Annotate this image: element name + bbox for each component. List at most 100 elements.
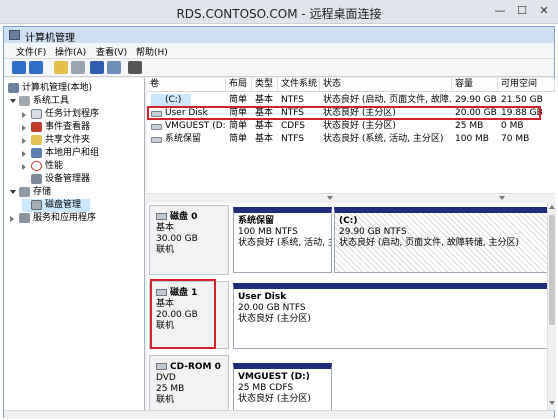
partition-c-drive[interactable]: (C:) 29.90 GB NTFS 状态良好 (启动, 页面文件, 故障转储,… bbox=[334, 207, 550, 273]
volume-layout: 简单 bbox=[229, 134, 248, 144]
expand-arrow-icon[interactable] bbox=[22, 138, 26, 144]
disk-graphical-view: 磁盘 0 基本 30.00 GB 联机 系统保留 100 MB NTFS 状态良… bbox=[147, 203, 555, 410]
column-header-layout[interactable]: 布局 bbox=[226, 78, 252, 92]
expand-arrow-icon[interactable] bbox=[22, 112, 26, 118]
partition-status: 状态良好 (系统, 活动, 主 bbox=[238, 238, 332, 248]
expand-arrow-icon[interactable] bbox=[22, 164, 26, 170]
tree-item-performance[interactable]: 性能 bbox=[22, 160, 63, 173]
volume-name[interactable]: VMGUEST (D:) bbox=[151, 120, 225, 132]
shared-folder-icon bbox=[31, 135, 42, 145]
menu-view[interactable]: 查看(V) bbox=[96, 45, 127, 58]
column-header-type[interactable]: 类型 bbox=[252, 78, 278, 92]
toolbar bbox=[4, 59, 554, 77]
volume-filesystem: NTFS bbox=[281, 95, 304, 105]
volume-layout: 简单 bbox=[229, 121, 248, 131]
disk-view-vertical-scrollbar[interactable] bbox=[547, 203, 556, 410]
disk-type: 基本 bbox=[156, 223, 175, 233]
expand-arrow-icon[interactable] bbox=[22, 125, 26, 131]
services-icon bbox=[19, 213, 30, 223]
partition-name: VMGUEST (D:) bbox=[238, 372, 310, 382]
tree-item-local-users[interactable]: 本地用户和组 bbox=[22, 147, 99, 160]
menu-action[interactable]: 操作(A) bbox=[55, 45, 86, 58]
partition-detail: 29.90 GB NTFS bbox=[339, 227, 407, 237]
scroll-down-icon[interactable] bbox=[499, 196, 505, 200]
partition-system-reserved[interactable]: 系统保留 100 MB NTFS 状态良好 (系统, 活动, 主 bbox=[233, 207, 332, 273]
scroll-up-icon[interactable] bbox=[549, 205, 555, 209]
volume-name[interactable]: 系统保留 bbox=[151, 133, 225, 145]
column-header-filesystem[interactable]: 文件系统 bbox=[278, 78, 320, 92]
expand-arrow-icon[interactable] bbox=[10, 216, 14, 222]
collapse-arrow-icon[interactable] bbox=[10, 99, 16, 103]
volume-capacity: 25 MB bbox=[455, 121, 484, 131]
scrollbar-thumb[interactable] bbox=[549, 215, 555, 325]
column-header-capacity[interactable]: 容量 bbox=[452, 78, 498, 92]
disk-state: 联机 bbox=[156, 395, 175, 405]
disk-icon bbox=[156, 213, 167, 220]
volume-free-space: 21.50 GB bbox=[501, 95, 543, 105]
tree-item-device-manager[interactable]: 设备管理器 bbox=[22, 173, 90, 186]
disk-size: 30.00 GB bbox=[156, 234, 198, 244]
disk-management-icon bbox=[31, 200, 42, 210]
maximize-button[interactable]: ☐ bbox=[512, 3, 532, 19]
tree-item-root[interactable]: 计算机管理(本地) bbox=[8, 82, 92, 95]
up-folder-icon[interactable] bbox=[54, 61, 68, 74]
window-title: 计算机管理 bbox=[25, 33, 75, 44]
disk-name: 磁盘 0 bbox=[170, 212, 198, 222]
computer-management-window: 计算机管理 文件(F) 操作(A) 查看(V) 帮助(H) 计算机管理(本地) … bbox=[3, 26, 556, 419]
partition-status: 状态良好 (主分区) bbox=[238, 394, 311, 404]
partition-detail: 20.00 GB NTFS bbox=[238, 303, 306, 313]
close-button[interactable]: ✕ bbox=[534, 3, 554, 19]
disk-settings-icon[interactable] bbox=[128, 61, 142, 74]
show-hide-console-icon[interactable] bbox=[107, 61, 121, 74]
partition-vmguest[interactable]: VMGUEST (D:) 25 MB CDFS 状态良好 (主分区) bbox=[233, 363, 332, 410]
partition-name: User Disk bbox=[238, 292, 287, 302]
tree-item-system-tools[interactable]: 系统工具 bbox=[10, 95, 69, 108]
partition-name: (C:) bbox=[339, 216, 358, 226]
menu-file[interactable]: 文件(F) bbox=[16, 45, 46, 58]
scroll-down-icon[interactable] bbox=[549, 401, 555, 405]
tools-icon bbox=[19, 96, 30, 106]
partition-detail: 100 MB NTFS bbox=[238, 227, 298, 237]
disk-1-highlight bbox=[150, 279, 216, 349]
volume-type: 基本 bbox=[255, 95, 274, 105]
volume-status: 状态良好 (主分区) bbox=[323, 121, 396, 131]
forward-arrow-icon[interactable] bbox=[29, 61, 43, 74]
scroll-down-icon[interactable] bbox=[327, 196, 333, 200]
collapse-arrow-icon[interactable] bbox=[10, 190, 16, 194]
back-arrow-icon[interactable] bbox=[12, 61, 26, 74]
volume-name: (C:) bbox=[151, 94, 191, 106]
partition-user-disk[interactable]: User Disk 20.00 GB NTFS 状态良好 (主分区) bbox=[233, 283, 550, 349]
status-bar bbox=[4, 410, 554, 419]
column-header-status[interactable]: 状态 bbox=[320, 78, 452, 92]
tree-item-shared-folders[interactable]: 共享文件夹 bbox=[22, 134, 90, 147]
tree-item-task-scheduler[interactable]: 任务计划程序 bbox=[22, 108, 99, 121]
help-icon[interactable] bbox=[90, 61, 104, 74]
cdrom-0-info[interactable]: CD-ROM 0 DVD 25 MB 联机 bbox=[149, 355, 229, 410]
volume-free-space: 70 MB bbox=[501, 134, 530, 144]
menu-help[interactable]: 帮助(H) bbox=[136, 45, 168, 58]
user-disk-row-highlight bbox=[147, 106, 541, 120]
volume-type: 基本 bbox=[255, 134, 274, 144]
volume-free-space: 0 MB bbox=[501, 121, 524, 131]
column-header-volume[interactable]: 卷 bbox=[147, 78, 226, 92]
partition-name: 系统保留 bbox=[238, 216, 275, 226]
computer-management-icon bbox=[9, 30, 20, 40]
rds-titlebar: RDS.CONTOSO.COM - 远程桌面连接 — ☐ ✕ bbox=[0, 0, 558, 24]
tree-item-services-apps[interactable]: 服务和应用程序 bbox=[10, 212, 96, 225]
rds-title: RDS.CONTOSO.COM - 远程桌面连接 bbox=[176, 7, 382, 21]
properties-icon[interactable] bbox=[71, 61, 85, 74]
tree-item-event-viewer[interactable]: 事件查看器 bbox=[22, 121, 90, 134]
tree-item-storage[interactable]: 存储 bbox=[10, 186, 51, 199]
disk-0-info[interactable]: 磁盘 0 基本 30.00 GB 联机 bbox=[149, 205, 229, 275]
event-viewer-icon bbox=[31, 122, 42, 132]
tree-item-disk-management[interactable]: 磁盘管理 bbox=[22, 199, 90, 212]
volume-list-horizontal-scrollbar[interactable] bbox=[147, 193, 555, 203]
column-header-free-space[interactable]: 可用空间 bbox=[498, 78, 555, 92]
window-titlebar: 计算机管理 bbox=[4, 27, 554, 44]
volume-status: 状态良好 (启动, 页面文件, 故障... bbox=[323, 95, 451, 105]
expand-arrow-icon[interactable] bbox=[22, 151, 26, 157]
device-manager-icon bbox=[31, 174, 42, 184]
minimize-button[interactable]: — bbox=[490, 3, 510, 19]
volume-list: 卷 布局 类型 文件系统 状态 容量 可用空间 (C:) 简单 基本 NTFS … bbox=[147, 78, 555, 193]
partition-status: 状态良好 (主分区) bbox=[238, 314, 311, 324]
